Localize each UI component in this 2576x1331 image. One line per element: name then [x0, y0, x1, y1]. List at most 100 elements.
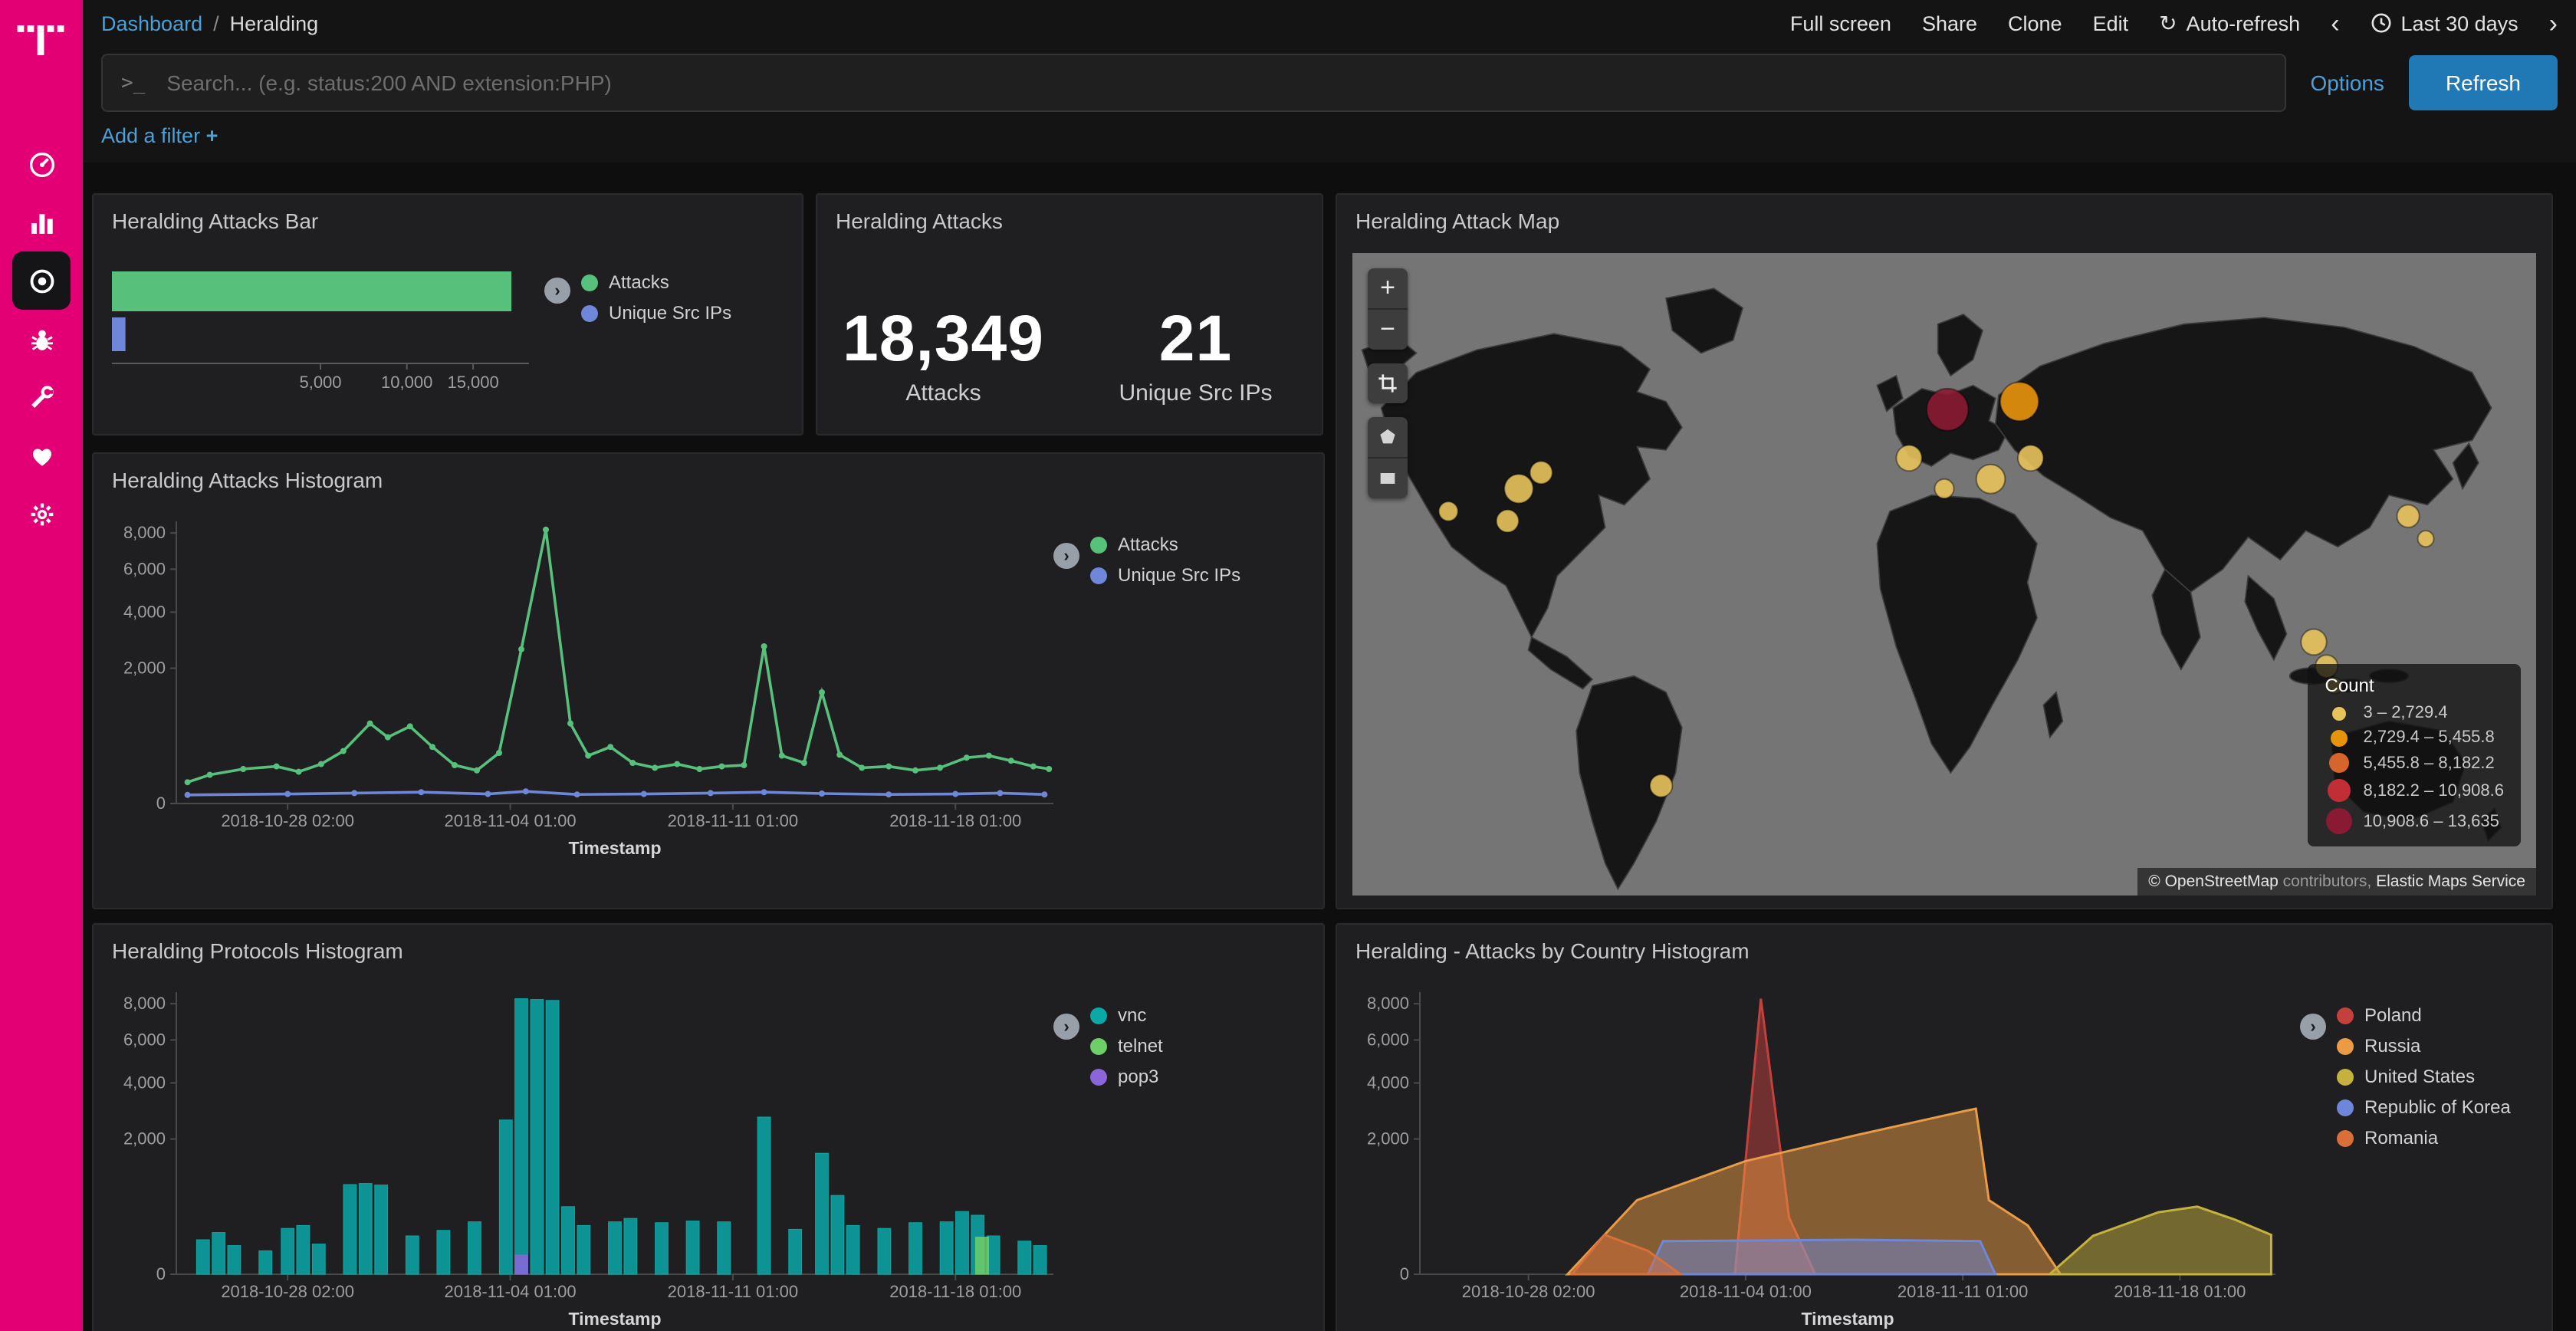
attacks_bar-svg[interactable]: 5,00010,00015,000	[103, 256, 541, 403]
legend-item-republic-of-korea[interactable]: Republic of Korea	[2337, 1096, 2511, 1118]
legend-item-pop3[interactable]: pop3	[1090, 1066, 1163, 1087]
protocols-histogram-chart[interactable]: 02,0004,0006,0008,0002018-10-28 02:00201…	[100, 980, 1066, 1331]
sidebar-item-dashboard[interactable]	[12, 135, 71, 193]
legend-toggle-icon[interactable]: ›	[2300, 1014, 2326, 1040]
panel-attacks-by-country-histogram: Heralding - Attacks by Country Histogram…	[1336, 923, 2553, 1331]
panel-title[interactable]: Heralding Attack Map	[1337, 195, 2551, 238]
attacks-bar-chart[interactable]: 5,00010,00015,000	[103, 256, 541, 411]
elastic-maps-attribution[interactable]: Elastic Maps Service	[2376, 873, 2525, 891]
add-filter-button[interactable]: Add a filter +	[101, 124, 218, 147]
svg-text:2,000: 2,000	[123, 1129, 166, 1149]
metric-attacks: 18,349 Attacks	[817, 302, 1070, 406]
breadcrumb-dashboard-link[interactable]: Dashboard	[101, 12, 202, 35]
attack-marker[interactable]	[1927, 389, 1968, 431]
attack-marker[interactable]	[1530, 462, 1552, 484]
legend-label: Unique Src IPs	[609, 302, 731, 324]
map-zoom-in-button[interactable]: +	[1368, 268, 1408, 310]
sidebar-item-visualize[interactable]	[12, 193, 71, 251]
attack-marker[interactable]	[1976, 465, 2006, 494]
legend-toggle-icon[interactable]: ›	[1053, 1014, 1079, 1040]
telekom-t-icon	[15, 14, 67, 66]
legend-label: vnc	[1118, 1004, 1146, 1026]
attack-marker[interactable]	[2301, 629, 2326, 656]
attack-marker[interactable]	[2000, 382, 2039, 421]
edit-button[interactable]: Edit	[2093, 12, 2129, 35]
sidebar-item-honeypot[interactable]	[12, 310, 71, 368]
attacks_histogram-svg[interactable]: 02,0004,0006,0008,0002018-10-28 02:00201…	[100, 509, 1066, 877]
svg-text:6,000: 6,000	[123, 559, 166, 578]
legend-item-vnc[interactable]: vnc	[1090, 1004, 1163, 1026]
legend-label: United States	[2364, 1066, 2475, 1087]
svg-text:15,000: 15,000	[447, 373, 498, 392]
svg-text:0: 0	[156, 794, 166, 813]
sidebar-nav	[0, 135, 83, 543]
attack-marker[interactable]	[1934, 479, 1953, 498]
map-legend-dot	[2332, 706, 2346, 720]
attack-marker[interactable]	[2018, 445, 2043, 472]
legend-item-romania[interactable]: Romania	[2337, 1127, 2511, 1149]
panel-title[interactable]: Heralding Attacks Histogram	[94, 454, 1323, 497]
time-back-button[interactable]: ‹	[2331, 10, 2339, 36]
legend-item-united-states[interactable]: United States	[2337, 1066, 2511, 1087]
attack-marker[interactable]	[1497, 510, 1519, 532]
protocols_histogram-svg[interactable]: 02,0004,0006,0008,0002018-10-28 02:00201…	[100, 980, 1066, 1331]
map-polygon-tool[interactable]	[1368, 417, 1408, 458]
legend-dot	[1090, 1007, 1107, 1024]
refresh-button[interactable]: Refresh	[2409, 55, 2558, 110]
country_histogram-svg[interactable]: 02,0004,0006,0008,0002018-10-28 02:00201…	[1343, 980, 2288, 1331]
legend-item-poland[interactable]: Poland	[2337, 1004, 2511, 1026]
time-range-button[interactable]: Last 30 days	[2371, 12, 2518, 35]
svg-text:2018-11-18 01:00: 2018-11-18 01:00	[889, 811, 1021, 830]
attack-marker[interactable]	[1650, 774, 1672, 797]
telekom-logo[interactable]	[14, 12, 69, 67]
svg-text:Timestamp: Timestamp	[1801, 1309, 1894, 1329]
attack-marker[interactable]	[2397, 504, 2419, 527]
time-forward-button[interactable]: ›	[2549, 10, 2558, 36]
legend-toggle-icon[interactable]: ›	[1053, 543, 1079, 569]
share-button[interactable]: Share	[1922, 12, 1977, 35]
auto-refresh-button[interactable]: ↻ Auto-refresh	[2159, 10, 2300, 36]
donut-icon	[27, 266, 56, 295]
search-input[interactable]	[163, 69, 2266, 97]
attack-map[interactable]: + −	[1352, 253, 2536, 896]
sidebar-item-heralding[interactable]	[12, 251, 71, 310]
osm-attribution[interactable]: © OpenStreetMap	[2148, 873, 2279, 891]
legend-item-telnet[interactable]: telnet	[1090, 1035, 1163, 1057]
legend-item-attacks[interactable]: Attacks	[1090, 534, 1240, 555]
panel-title[interactable]: Heralding Protocols Histogram	[94, 925, 1323, 968]
legend-item-russia[interactable]: Russia	[2337, 1035, 2511, 1057]
sidebar-item-tools[interactable]	[12, 368, 71, 426]
search-box[interactable]: >_	[101, 54, 2285, 112]
full-screen-button[interactable]: Full screen	[1790, 12, 1891, 35]
legend-item-unique-src-ips[interactable]: Unique Src IPs	[581, 302, 731, 324]
panel-title[interactable]: Heralding - Attacks by Country Histogram	[1337, 925, 2551, 968]
panel-title[interactable]: Heralding Attacks Bar	[94, 195, 802, 238]
options-link[interactable]: Options	[2310, 71, 2384, 95]
legend-label: pop3	[1118, 1066, 1158, 1087]
panel-title[interactable]: Heralding Attacks	[817, 195, 1322, 238]
svg-text:2018-10-28 02:00: 2018-10-28 02:00	[1462, 1282, 1595, 1301]
clone-button[interactable]: Clone	[2008, 12, 2062, 35]
map-fit-data-button[interactable]	[1368, 363, 1408, 403]
svg-text:2018-11-04 01:00: 2018-11-04 01:00	[1680, 1282, 1812, 1301]
attack-marker[interactable]	[1896, 445, 1921, 472]
legend-toggle-icon[interactable]: ›	[544, 278, 570, 304]
svg-text:2018-11-11 01:00: 2018-11-11 01:00	[668, 1282, 798, 1301]
attack-marker[interactable]	[1504, 474, 1533, 503]
attack-marker[interactable]	[1439, 501, 1458, 521]
map-legend-dot	[2331, 729, 2348, 746]
top-nav-actions: Full screen Share Clone Edit ↻ Auto-refr…	[1790, 10, 2558, 36]
sidebar-item-settings[interactable]	[12, 485, 71, 543]
svg-text:2,000: 2,000	[1367, 1129, 1409, 1149]
legend-item-unique-src-ips[interactable]: Unique Src IPs	[1090, 564, 1240, 586]
map-rectangle-tool[interactable]	[1368, 458, 1408, 498]
sidebar-item-health[interactable]	[12, 426, 71, 485]
country-histogram-chart[interactable]: 02,0004,0006,0008,0002018-10-28 02:00201…	[1343, 980, 2288, 1331]
legend-item-attacks[interactable]: Attacks	[581, 271, 731, 293]
bug-icon	[27, 324, 56, 353]
map-zoom-out-button[interactable]: −	[1368, 310, 1408, 350]
attacks-histogram-chart[interactable]: 02,0004,0006,0008,0002018-10-28 02:00201…	[100, 509, 1066, 885]
attack-marker[interactable]	[2418, 531, 2434, 547]
protocols-histogram-legend: vnc telnet pop3	[1090, 1004, 1163, 1087]
legend-dot	[1090, 1037, 1107, 1054]
